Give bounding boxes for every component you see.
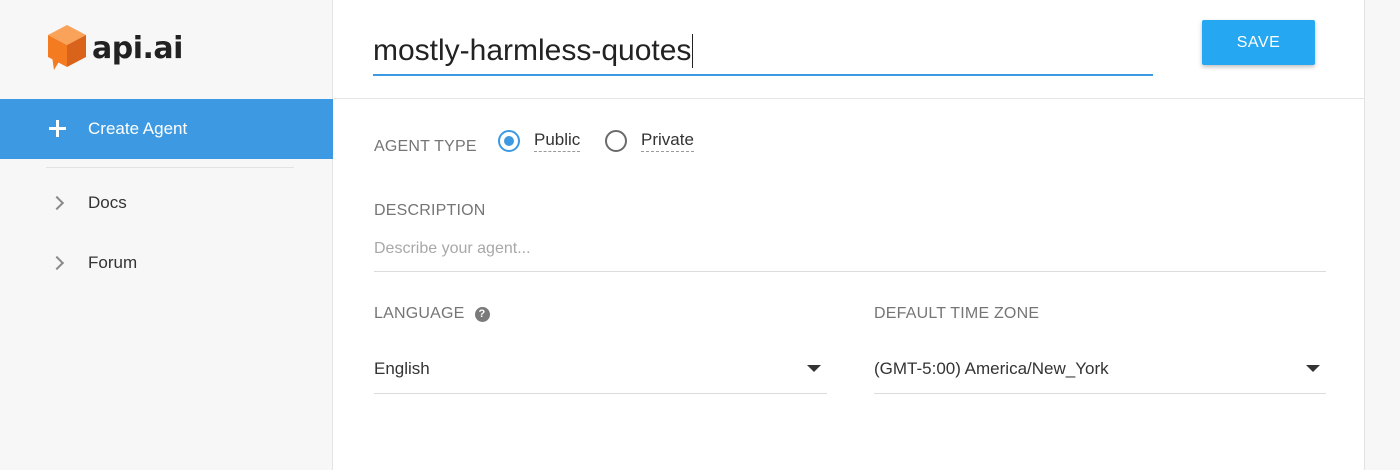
- sidebar-item-forum[interactable]: Forum: [0, 243, 333, 283]
- language-label: LANGUAGE: [374, 305, 465, 322]
- description-input[interactable]: Describe your agent...: [374, 234, 1326, 272]
- timezone-select[interactable]: (GMT-5:00) America/New_York: [874, 348, 1326, 394]
- dropdown-arrow-icon: [807, 365, 821, 372]
- language-label-row: LANGUAGE ?: [374, 305, 490, 323]
- radio-private[interactable]: Private: [605, 130, 694, 152]
- agent-type-label: AGENT TYPE: [374, 138, 477, 155]
- agent-header: mostly-harmless-quotes SAVE: [334, 0, 1364, 99]
- text-caret: [692, 34, 694, 68]
- sidebar-item-docs[interactable]: Docs: [0, 183, 333, 223]
- sidebar-divider: [46, 167, 294, 168]
- description-label: DESCRIPTION: [374, 202, 486, 219]
- brand-logo[interactable]: api.ai: [46, 22, 183, 74]
- sidebar: api.ai Create Agent Docs Forum: [0, 0, 333, 470]
- save-button[interactable]: SAVE: [1202, 20, 1315, 65]
- language-select[interactable]: English: [374, 348, 827, 394]
- plus-icon: [48, 119, 68, 139]
- agent-name-input[interactable]: mostly-harmless-quotes: [373, 28, 1153, 76]
- create-agent-button[interactable]: Create Agent: [0, 99, 333, 159]
- dropdown-arrow-icon: [1306, 365, 1320, 372]
- app-window: api.ai Create Agent Docs Forum mostly-ha…: [0, 0, 1400, 470]
- api-ai-cube-logo-icon: [46, 23, 88, 73]
- chevron-right-icon: [49, 255, 65, 271]
- radio-checked-icon[interactable]: [498, 130, 520, 152]
- sidebar-item-label: Docs: [88, 193, 127, 212]
- agent-name-value: mostly-harmless-quotes: [373, 34, 692, 67]
- sidebar-item-label: Forum: [88, 253, 138, 272]
- radio-unchecked-icon[interactable]: [605, 130, 627, 152]
- question-circle-icon[interactable]: ?: [474, 306, 490, 322]
- scroll-gutter: [1364, 0, 1400, 470]
- radio-public[interactable]: Public: [498, 130, 581, 152]
- timezone-label: DEFAULT TIME ZONE: [874, 305, 1040, 322]
- radio-public-label[interactable]: Public: [534, 130, 581, 152]
- chevron-right-icon: [49, 195, 65, 211]
- timezone-value: (GMT-5:00) America/New_York: [874, 358, 1109, 378]
- brand-name: api.ai: [92, 30, 183, 66]
- main-panel: mostly-harmless-quotes SAVE AGENT TYPE P…: [334, 0, 1364, 470]
- create-agent-label: Create Agent: [88, 119, 188, 138]
- radio-private-label[interactable]: Private: [641, 130, 694, 152]
- language-value: English: [374, 358, 430, 378]
